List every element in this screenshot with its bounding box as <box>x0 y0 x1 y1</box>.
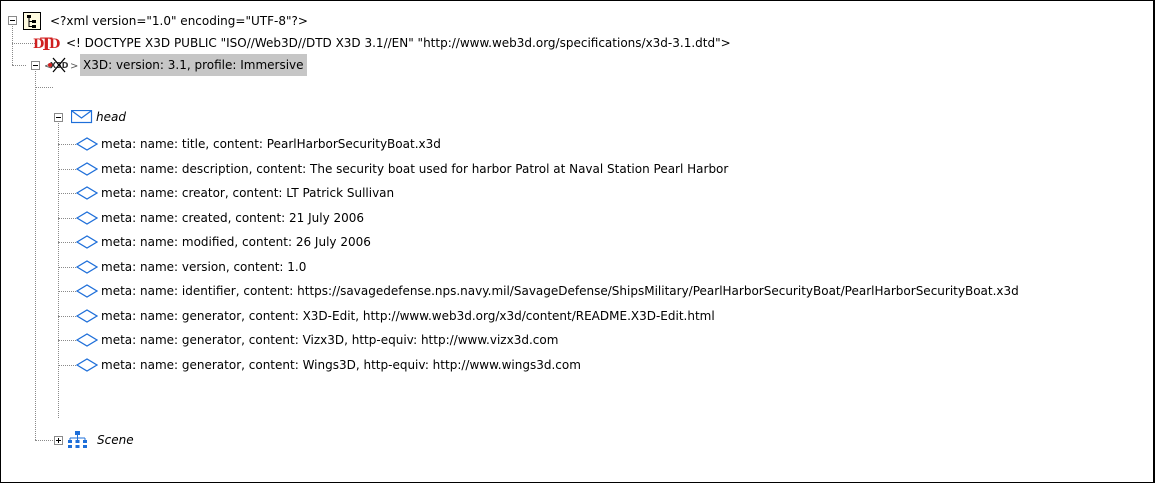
tree-row-head[interactable]: head <box>1 106 1151 128</box>
meta-row[interactable]: meta: name: version, content: 1.0 <box>1 256 1151 278</box>
meta-diamond-icon <box>76 211 98 225</box>
doctype-label: <! DOCTYPE X3D PUBLIC "ISO//Web3D//DTD X… <box>66 36 731 50</box>
meta-row[interactable]: meta: name: creator, content: LT Patrick… <box>1 182 1151 204</box>
collapse-toggle-x3d[interactable] <box>31 61 40 70</box>
meta-label: meta: name: version, content: 1.0 <box>101 260 307 274</box>
tree-row-xml-root[interactable]: <?xml version="1.0" encoding="UTF-8"?> <box>1 10 1151 32</box>
meta-row[interactable]: meta: name: modified, content: 26 July 2… <box>1 231 1151 253</box>
collapse-toggle-root[interactable] <box>8 16 17 25</box>
tree-guide <box>58 291 76 292</box>
scene-graph-icon <box>68 431 87 448</box>
meta-diamond-icon <box>76 358 98 372</box>
meta-row[interactable]: meta: name: description, content: The se… <box>1 158 1151 180</box>
meta-label: meta: name: identifier, content: https:/… <box>101 284 1019 298</box>
tree-guide <box>58 267 76 268</box>
tree-guide <box>58 169 76 170</box>
tree-guide <box>58 193 76 194</box>
scene-label: Scene <box>97 433 134 447</box>
meta-diamond-icon <box>76 309 98 323</box>
tree-guide <box>58 242 76 243</box>
meta-row[interactable]: meta: name: generator, content: Wings3D,… <box>1 354 1151 376</box>
tree-guide <box>58 218 76 219</box>
x3d-element-label: X3D: version: 3.1, profile: Immersive <box>80 54 307 76</box>
meta-diamond-icon <box>76 162 98 176</box>
meta-diamond-icon <box>76 284 98 298</box>
meta-row[interactable]: meta: name: generator, content: Vizx3D, … <box>1 329 1151 351</box>
tree-row-scene[interactable]: Scene <box>1 429 1151 451</box>
meta-diamond-icon <box>76 260 98 274</box>
meta-diamond-icon <box>76 235 98 249</box>
xml-declaration-label: <?xml version="1.0" encoding="UTF-8"?> <box>50 14 308 28</box>
tree-guide <box>58 316 76 317</box>
x3d-element-icon: < X3D > <box>44 57 78 73</box>
meta-label: meta: name: generator, content: X3D-Edit… <box>101 309 715 323</box>
meta-label: meta: name: description, content: The se… <box>101 162 729 176</box>
document-tree-icon <box>23 12 41 30</box>
meta-diamond-icon <box>76 333 98 347</box>
tree-guide <box>58 144 76 145</box>
tree-guide <box>58 365 76 366</box>
dtd-icon: D T D <box>33 35 60 53</box>
head-label: head <box>96 110 126 124</box>
collapse-toggle-head[interactable] <box>54 113 63 122</box>
envelope-icon <box>71 110 93 124</box>
tree-guide <box>35 87 53 88</box>
meta-label: meta: name: creator, content: LT Patrick… <box>101 186 395 200</box>
tree-guide <box>58 340 76 341</box>
meta-row[interactable]: meta: name: identifier, content: https:/… <box>1 280 1151 302</box>
meta-row[interactable]: meta: name: created, content: 21 July 20… <box>1 207 1151 229</box>
meta-label: meta: name: title, content: PearlHarborS… <box>101 137 441 151</box>
meta-row[interactable]: meta: name: generator, content: X3D-Edit… <box>1 305 1151 327</box>
meta-label: meta: name: created, content: 21 July 20… <box>101 211 365 225</box>
meta-diamond-icon <box>76 137 98 151</box>
tree-row-x3d[interactable]: < X3D > X3D: version: 3.1, profile: Imme… <box>1 54 1151 76</box>
meta-label: meta: name: generator, content: Vizx3D, … <box>101 333 559 347</box>
svg-text:D: D <box>49 37 60 52</box>
meta-label: meta: name: modified, content: 26 July 2… <box>101 235 371 249</box>
frame-edge <box>1153 1 1155 482</box>
expand-toggle-scene[interactable] <box>54 436 63 445</box>
meta-row[interactable]: meta: name: title, content: PearlHarborS… <box>1 133 1151 155</box>
tree-row-doctype[interactable]: D T D <! DOCTYPE X3D PUBLIC "ISO//Web3D/… <box>1 32 1151 54</box>
xml-tree-view: <?xml version="1.0" encoding="UTF-8"?> D… <box>0 0 1155 483</box>
meta-diamond-icon <box>76 186 98 200</box>
svg-text:>: > <box>70 61 78 72</box>
meta-label: meta: name: generator, content: Wings3D,… <box>101 358 581 372</box>
